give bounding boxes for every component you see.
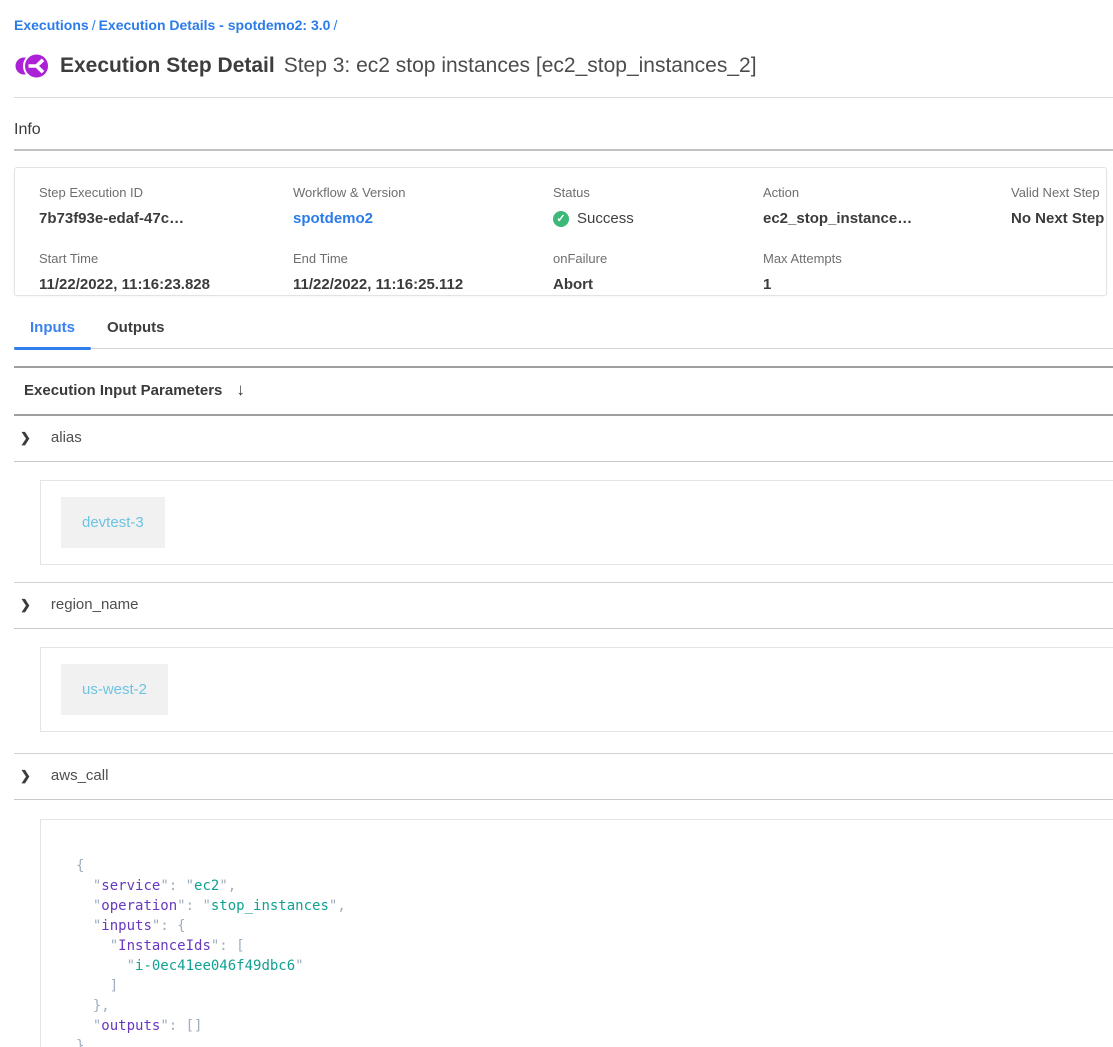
region-name-value-panel: us-west-2 — [40, 647, 1113, 732]
tab-bar: Inputs Outputs — [14, 319, 1113, 349]
workflow-link[interactable]: spotdemo2 — [293, 210, 553, 227]
field-value: 1 — [763, 276, 1011, 293]
field-end-time: End Time 11/22/2022, 11:16:25.112 — [293, 251, 553, 296]
breadcrumb-link-execution-details[interactable]: Execution Details - spotdemo2: 3.0 — [99, 17, 331, 33]
status-text: Success — [577, 210, 634, 227]
field-workflow-version: Workflow & Version spotdemo2 — [293, 185, 553, 230]
alias-value-chip: devtest-3 — [61, 497, 165, 548]
field-label: Start Time — [39, 251, 293, 266]
field-label: Status — [553, 185, 763, 200]
field-label: Action — [763, 185, 1011, 200]
chevron-right-icon: ❯ — [20, 430, 31, 446]
section-row-region-name[interactable]: ❯ region_name — [14, 582, 1113, 629]
field-value: Abort — [553, 276, 763, 293]
breadcrumb-link-executions[interactable]: Executions — [14, 17, 89, 33]
field-max-attempts: Max Attempts 1 — [763, 251, 1011, 296]
page-subtitle: Step 3: ec2 stop instances [ec2_stop_ins… — [284, 54, 757, 78]
arrow-down-icon[interactable]: ↓ — [236, 380, 245, 400]
title-row: Execution Step Detail Step 3: ec2 stop i… — [14, 49, 1113, 83]
field-value: 11/22/2022, 11:16:23.828 — [39, 276, 293, 293]
json-code-block: { "service": "ec2", "operation": "stop_i… — [76, 856, 1113, 1047]
tab-outputs[interactable]: Outputs — [91, 319, 181, 348]
tab-inputs[interactable]: Inputs — [14, 319, 91, 348]
section-label: region_name — [51, 596, 139, 613]
section-row-alias[interactable]: ❯ alias — [14, 416, 1113, 462]
success-check-icon: ✓ — [553, 211, 569, 227]
field-value: 7b73f93e-edaf-47c… — [39, 210, 293, 227]
field-value: ec2_stop_instance… — [763, 210, 1011, 227]
field-label: onFailure — [553, 251, 763, 266]
app-logo-icon — [14, 49, 50, 83]
info-section-title: Info — [14, 121, 1113, 139]
field-label: Max Attempts — [763, 251, 1011, 266]
page-title: Execution Step Detail — [60, 54, 275, 78]
info-divider — [14, 149, 1113, 151]
title-divider — [14, 97, 1113, 98]
params-title: Execution Input Parameters — [24, 382, 222, 399]
alias-value-panel: devtest-3 — [40, 480, 1113, 565]
chevron-right-icon: ❯ — [20, 597, 31, 613]
field-value: 11/22/2022, 11:16:25.112 — [293, 276, 553, 293]
field-action: Action ec2_stop_instance… — [763, 185, 1011, 230]
info-card: Step Execution ID 7b73f93e-edaf-47c… Wor… — [14, 167, 1107, 296]
region-name-value-chip: us-west-2 — [61, 664, 168, 715]
field-label: End Time — [293, 251, 553, 266]
status-badge: ✓ Success — [553, 210, 763, 227]
page: Executions/Execution Details - spotdemo2… — [0, 17, 1113, 1047]
section-label: alias — [51, 429, 82, 446]
field-value: No Next Step — [1011, 210, 1106, 227]
field-step-execution-id: Step Execution ID 7b73f93e-edaf-47c… — [39, 185, 293, 230]
chevron-right-icon: ❯ — [20, 768, 31, 784]
section-label: aws_call — [51, 767, 109, 784]
field-valid-next-step: Valid Next Step No Next Step — [1011, 185, 1106, 230]
aws-call-code-panel: { "service": "ec2", "operation": "stop_i… — [40, 819, 1113, 1047]
breadcrumb-separator: / — [89, 17, 99, 33]
field-label: Step Execution ID — [39, 185, 293, 200]
breadcrumb: Executions/Execution Details - spotdemo2… — [14, 17, 1113, 33]
field-start-time: Start Time 11/22/2022, 11:16:23.828 — [39, 251, 293, 296]
execution-input-parameters-header: Execution Input Parameters ↓ — [14, 368, 1113, 416]
section-row-aws-call[interactable]: ❯ aws_call — [14, 753, 1113, 800]
field-label: Workflow & Version — [293, 185, 553, 200]
field-status: Status ✓ Success — [553, 185, 763, 230]
breadcrumb-separator-trailing: / — [330, 17, 340, 33]
field-onfailure: onFailure Abort — [553, 251, 763, 296]
field-label: Valid Next Step — [1011, 185, 1106, 200]
